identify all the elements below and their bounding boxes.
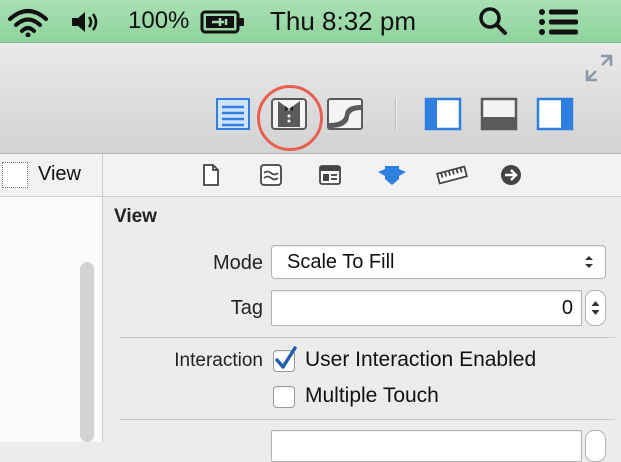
search-icon[interactable] <box>478 6 508 36</box>
battery-percentage: 100% <box>128 7 190 34</box>
user-interaction-label: User Interaction Enabled <box>305 348 537 371</box>
identity-inspector-icon[interactable] <box>318 163 342 187</box>
utilities-toggle-icon[interactable] <box>536 97 574 131</box>
navigator-toggle-icon[interactable] <box>424 97 462 131</box>
size-inspector-icon[interactable] <box>436 163 468 187</box>
version-editor-icon[interactable] <box>326 97 364 131</box>
volume-icon[interactable] <box>70 9 102 35</box>
next-stepper[interactable] <box>585 430 606 462</box>
toolbar-divider <box>395 98 396 130</box>
menu-bar: 100% Thu 8:32 pm <box>0 0 621 43</box>
multiple-touch-label: Multiple Touch <box>305 384 439 407</box>
interaction-label: Interaction <box>174 350 263 371</box>
tag-stepper[interactable] <box>585 290 606 326</box>
attributes-inspector-icon[interactable] <box>377 163 407 187</box>
scrollbar-thumb[interactable] <box>80 262 94 442</box>
section-title: View <box>114 206 157 227</box>
user-interaction-checkbox[interactable] <box>273 346 297 372</box>
inspector-tabs <box>103 154 621 197</box>
highlight-ring <box>257 85 323 151</box>
select-arrows-icon <box>585 256 593 268</box>
section-separator-2 <box>120 419 615 420</box>
stepper-arrows-icon <box>591 301 600 315</box>
wifi-icon[interactable] <box>6 7 50 37</box>
mode-select[interactable]: Scale To Fill <box>271 245 606 279</box>
checkmark-icon <box>275 346 297 369</box>
fullscreen-icon[interactable] <box>584 53 614 83</box>
quick-help-icon[interactable] <box>259 163 283 187</box>
tag-input[interactable]: 0 <box>271 290 582 326</box>
notification-center-icon[interactable] <box>538 8 580 36</box>
battery-charging-icon[interactable] <box>200 9 246 35</box>
mode-label: Mode <box>212 252 263 274</box>
connections-inspector-icon[interactable] <box>499 163 523 187</box>
menu-clock[interactable]: Thu 8:32 pm <box>270 6 416 37</box>
mode-select-value: Scale To Fill <box>287 251 395 273</box>
file-inspector-icon[interactable] <box>199 163 223 187</box>
standard-editor-icon[interactable] <box>214 97 252 131</box>
navigator-item-view[interactable]: View <box>38 163 81 186</box>
next-field[interactable] <box>271 430 582 462</box>
multiple-touch-checkbox[interactable] <box>273 386 295 408</box>
tag-label: Tag <box>230 297 263 319</box>
section-separator <box>120 337 615 338</box>
tag-input-value: 0 <box>561 297 573 319</box>
debug-area-toggle-icon[interactable] <box>480 97 518 131</box>
view-object-icon <box>2 162 28 188</box>
